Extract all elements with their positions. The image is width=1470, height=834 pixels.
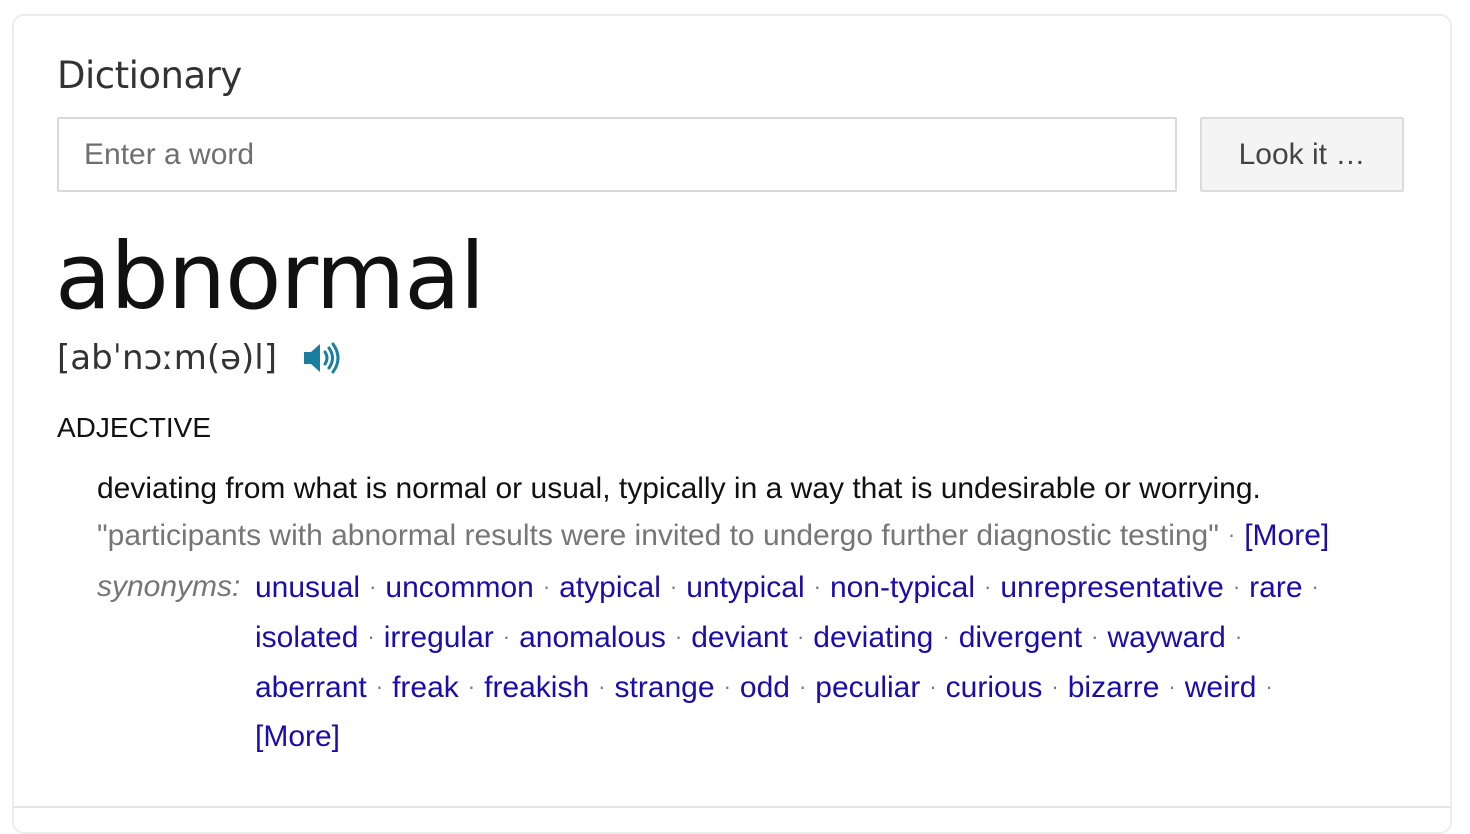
separator-dot: · <box>367 624 375 649</box>
synonym-link[interactable]: wayward <box>1107 621 1225 654</box>
separator-dot: · <box>598 674 606 699</box>
synonym-link[interactable]: irregular <box>384 621 494 654</box>
synonym-link[interactable]: strange <box>614 671 714 704</box>
separator-dot: · <box>674 624 683 649</box>
example-text: "participants with abnormal results were… <box>97 519 1219 552</box>
synonym-link[interactable]: atypical <box>559 571 661 604</box>
entry-word: abnormal <box>55 223 485 330</box>
synonym-link[interactable]: unusual <box>255 571 360 604</box>
separator-dot: · <box>798 674 807 699</box>
synonym-link[interactable]: bizarre <box>1068 671 1160 704</box>
speaker-icon[interactable] <box>301 340 341 376</box>
synonyms-line: [More] <box>255 712 1375 761</box>
synonyms-list: unusual · uncommon · atypical · untypical · non-… <box>255 562 1375 761</box>
synonym-link[interactable]: untypical <box>686 571 804 604</box>
definition-text: deviating from what is normal or usual, … <box>97 472 1261 505</box>
synonym-link[interactable]: non-typical <box>830 571 975 604</box>
separator-dot: · <box>1091 624 1099 649</box>
separator-dot: · <box>796 624 805 649</box>
separator-dot: · <box>984 574 992 599</box>
separator-dot: · <box>502 624 511 649</box>
synonym-link[interactable]: deviant <box>691 621 788 654</box>
pronunciation-text: [abˈnɔːm(ə)l] <box>57 338 277 378</box>
separator-dot: · <box>1234 624 1243 649</box>
separator-dot: · <box>813 574 821 599</box>
synonym-link[interactable]: divergent <box>959 621 1082 654</box>
synonyms-line: aberrant · freak · freakish · strange · odd · pecu… <box>255 662 1375 712</box>
example-sentence: "participants with abnormal results were… <box>97 512 1427 559</box>
synonym-link[interactable]: weird <box>1185 671 1257 704</box>
separator-dot: · <box>1232 574 1241 599</box>
separator-dot: · <box>929 674 937 699</box>
card-divider <box>14 806 1450 808</box>
synonym-link[interactable]: unrepresentative <box>1000 571 1223 604</box>
synonym-link[interactable]: uncommon <box>385 571 533 604</box>
separator-dot: · <box>542 574 551 599</box>
separator-dot: · <box>669 574 678 599</box>
separator-dot: · <box>1265 674 1273 699</box>
synonym-link[interactable]: peculiar <box>815 671 920 704</box>
synonym-link[interactable]: anomalous <box>519 621 666 654</box>
synonym-link[interactable]: curious <box>946 671 1043 704</box>
synonym-link[interactable]: deviating <box>813 621 933 654</box>
word-search-input[interactable] <box>57 117 1177 192</box>
synonym-link[interactable]: freak <box>392 671 459 704</box>
synonym-link[interactable]: isolated <box>255 621 358 654</box>
separator-dot: · <box>942 624 950 649</box>
dictionary-card: Dictionary Look it … abnormal [abˈnɔːm(ə… <box>12 14 1452 834</box>
synonym-link[interactable]: rare <box>1249 571 1302 604</box>
definition-block: deviating from what is normal or usual, … <box>97 466 1427 761</box>
synonyms-more-link[interactable]: [More] <box>255 720 340 753</box>
separator-dot: · <box>375 674 384 699</box>
synonyms-line: isolated · irregular · anomalous · deviant · dev… <box>255 612 1375 662</box>
synonyms-line: unusual · uncommon · atypical · untypical · non-… <box>255 562 1375 612</box>
separator-dot: · <box>1168 674 1176 699</box>
separator-dot: · <box>723 674 731 699</box>
synonym-link[interactable]: freakish <box>484 671 589 704</box>
separator-dot: · <box>1051 674 1059 699</box>
synonyms-row: synonyms: unusual · uncommon · atypical · unty… <box>97 562 1427 761</box>
synonyms-label: synonyms: <box>97 570 241 603</box>
synonym-link[interactable]: odd <box>740 671 790 704</box>
look-it-up-button[interactable]: Look it … <box>1200 117 1404 192</box>
part-of-speech: ADJECTIVE <box>57 412 212 443</box>
example-more-link[interactable]: [More] <box>1244 519 1329 552</box>
separator-dot: · <box>467 674 476 699</box>
separator-dot: · <box>369 574 377 599</box>
pronunciation-row: [abˈnɔːm(ə)l] <box>57 336 341 380</box>
separator-dot: · <box>1311 574 1319 599</box>
dictionary-heading: Dictionary <box>57 54 242 97</box>
synonym-link[interactable]: aberrant <box>255 671 367 704</box>
separator-dot: · <box>1227 522 1236 547</box>
